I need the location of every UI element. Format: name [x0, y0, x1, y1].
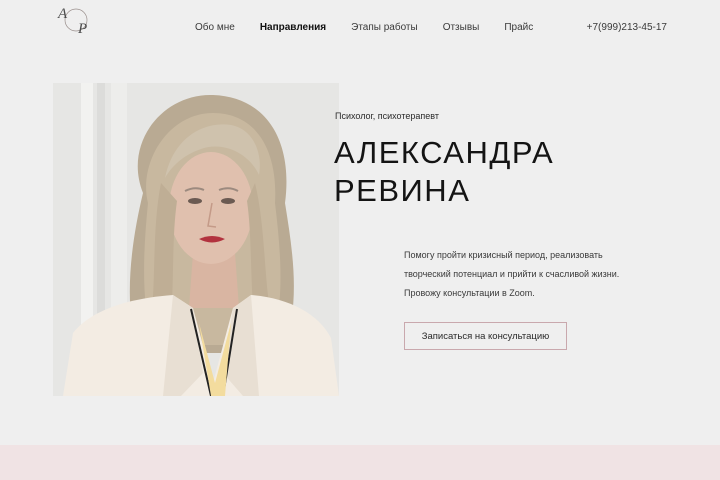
monogram-logo-icon: А Р	[57, 6, 88, 37]
main-nav: Обо мне Направления Этапы работы Отзывы …	[195, 22, 558, 33]
nav-item-reviews[interactable]: Отзывы	[443, 22, 480, 33]
hero-description-line: творческий потенциал и прийти к счасливо…	[404, 269, 620, 279]
hero-name-line1: АЛЕКСАНДРА	[334, 135, 555, 170]
svg-text:А: А	[57, 6, 68, 22]
svg-text:Р: Р	[77, 21, 87, 37]
next-section-band	[0, 445, 720, 480]
book-consultation-button[interactable]: Записаться на консультацию	[404, 322, 567, 350]
nav-item-about[interactable]: Обо мне	[195, 22, 235, 33]
phone-link[interactable]: +7(999)213-45-17	[587, 22, 667, 33]
portrait-photo	[53, 83, 339, 396]
portrait-image	[53, 83, 339, 396]
nav-item-directions[interactable]: Направления	[260, 22, 326, 33]
hero-description-line: Провожу консультации в Zoom.	[404, 288, 535, 298]
hero-description-line: Помогу пройти кризисный период, реализов…	[404, 250, 603, 260]
hero-name: АЛЕКСАНДРА РЕВИНА	[334, 134, 554, 210]
hero-name-line2: РЕВИНА	[334, 173, 471, 208]
nav-item-price[interactable]: Прайс	[504, 22, 533, 33]
logo[interactable]: А Р	[54, 2, 98, 38]
nav-item-stages[interactable]: Этапы работы	[351, 22, 418, 33]
hero-description: Помогу пройти кризисный период, реализов…	[404, 246, 654, 303]
hero-subtitle: Психолог, психотерапевт	[335, 111, 439, 121]
